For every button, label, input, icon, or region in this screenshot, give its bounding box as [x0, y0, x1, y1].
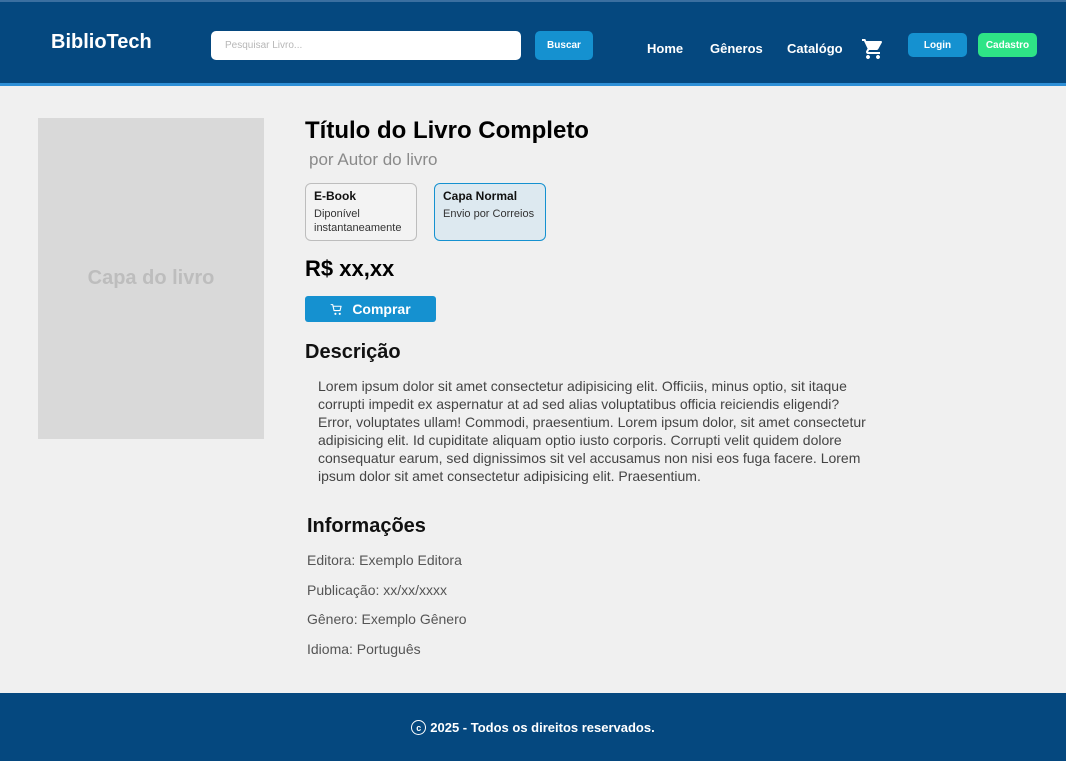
book-price: R$ xx,xx — [305, 256, 395, 281]
format-option-ebook[interactable]: E-Book Diponível instantaneamente — [305, 183, 417, 241]
footer-text: 2025 - Todos os direitos reservados. — [430, 719, 655, 735]
format-description: Envio por Correios — [443, 208, 535, 220]
search-button[interactable]: Buscar — [535, 31, 593, 60]
description-heading: Descrição — [305, 341, 401, 363]
site-footer: c 2025 - Todos os direitos reservados. — [0, 693, 1066, 761]
nav-home[interactable]: Home — [647, 41, 683, 56]
info-genre: Gênero: Exemplo Gênero — [307, 611, 467, 627]
shopping-cart-icon[interactable] — [861, 37, 885, 61]
nav-generos[interactable]: Gêneros — [710, 41, 763, 56]
cover-label: Capa do livro — [87, 267, 215, 289]
nav-catalogo[interactable]: Catalógo — [787, 41, 843, 56]
format-name: Capa Normal — [443, 189, 518, 203]
site-logo[interactable]: BiblioTech — [51, 31, 152, 54]
format-description: Diponível instantaneamente — [314, 208, 402, 234]
format-option-capa-normal[interactable]: Capa Normal Envio por Correios — [434, 183, 546, 241]
copyright-icon: c — [411, 720, 427, 735]
book-title: Título do Livro Completo — [305, 117, 589, 144]
description-text: Lorem ipsum dolor sit amet consectetur a… — [318, 378, 866, 484]
site-header: BiblioTech Buscar Home Gêneros Catalógo … — [0, 0, 1066, 86]
signup-button[interactable]: Cadastro — [978, 33, 1037, 57]
book-cover-placeholder: Capa do livro — [38, 118, 264, 439]
info-language: Idioma: Português — [307, 641, 421, 657]
buy-button[interactable]: Comprar — [305, 296, 436, 322]
info-heading: Informações — [307, 515, 426, 537]
info-publisher: Editora: Exemplo Editora — [307, 552, 462, 568]
cart-icon — [330, 303, 342, 315]
search-input[interactable] — [211, 31, 521, 60]
format-name: E-Book — [314, 189, 356, 203]
login-button[interactable]: Login — [908, 33, 967, 57]
buy-button-label: Comprar — [352, 301, 411, 317]
book-author: por Autor do livro — [309, 150, 438, 169]
header-top-line — [0, 0, 1066, 2]
info-publication-date: Publicação: xx/xx/xxxx — [307, 582, 448, 598]
